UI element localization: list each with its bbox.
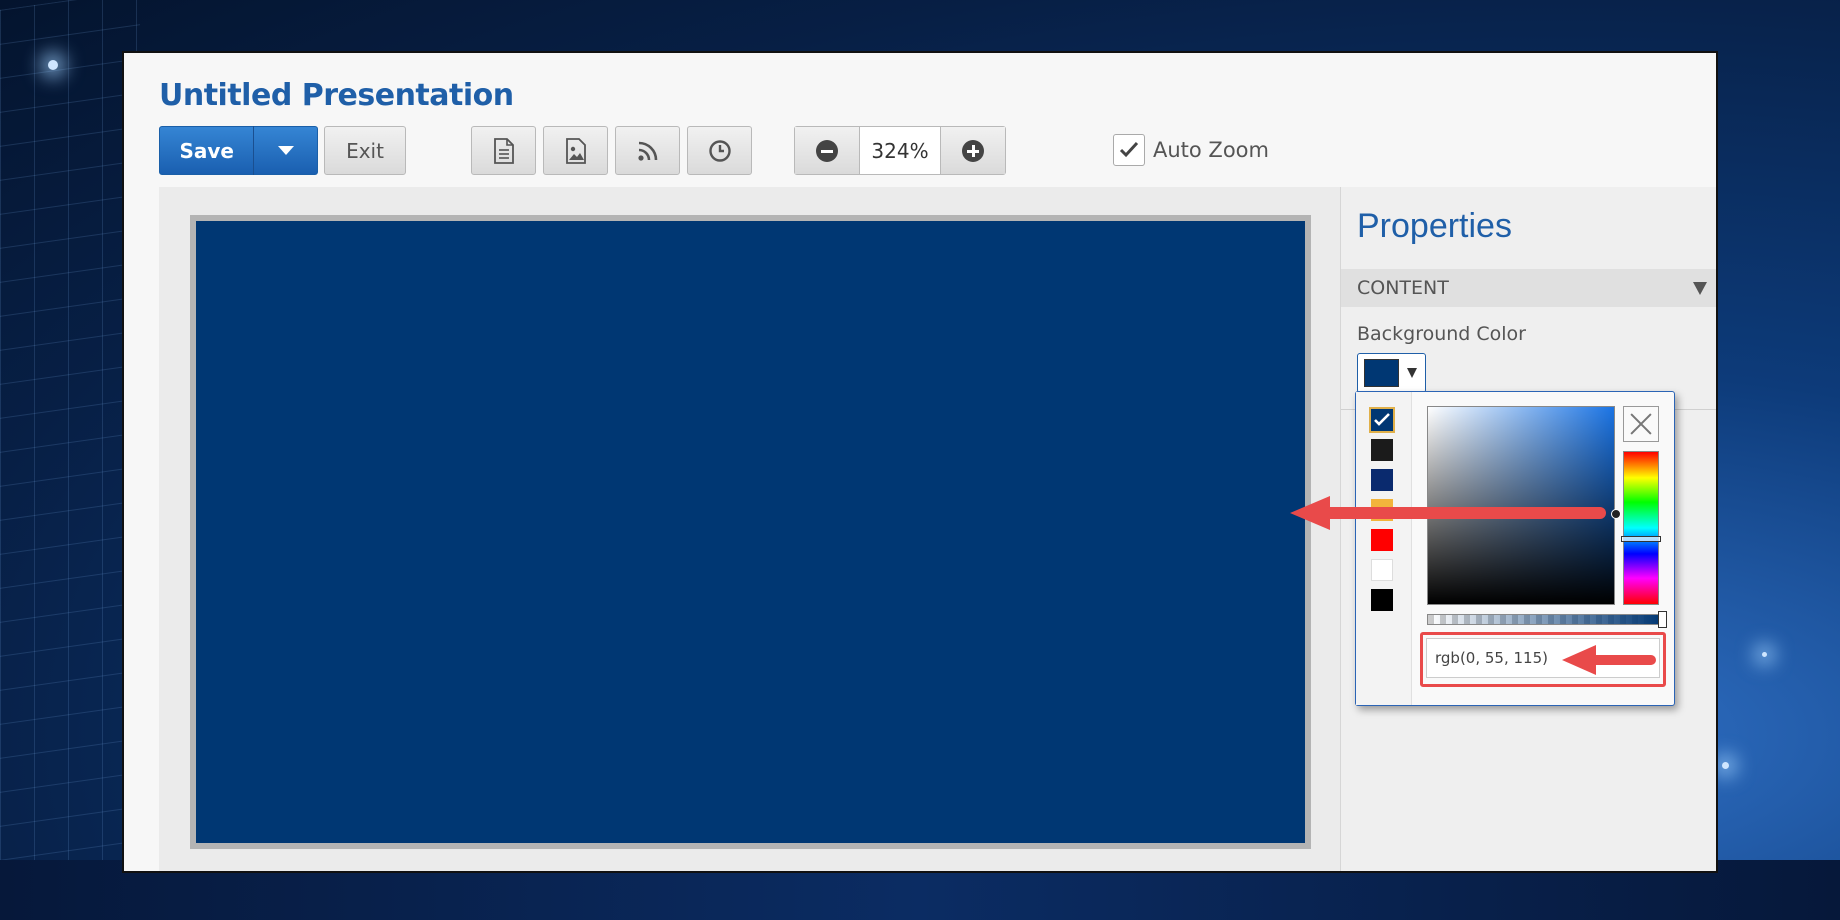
zoom-control: 324%	[794, 126, 1006, 175]
annotation-highlight-box	[1420, 632, 1666, 687]
palette-swatch[interactable]	[1371, 469, 1393, 491]
hue-slider[interactable]	[1623, 451, 1659, 605]
rss-icon	[637, 141, 657, 161]
dropdown-triangle-icon	[1407, 368, 1417, 378]
opacity-handle[interactable]	[1658, 611, 1667, 628]
auto-zoom-checkbox[interactable]	[1113, 134, 1145, 166]
collapse-triangle-icon	[1693, 281, 1707, 295]
exit-button[interactable]: Exit	[324, 126, 406, 175]
saturation-value-field[interactable]	[1427, 406, 1615, 605]
auto-zoom-label: Auto Zoom	[1153, 138, 1269, 162]
clock-icon	[708, 139, 731, 162]
close-icon[interactable]	[1623, 406, 1659, 442]
background-color-label: Background Color	[1357, 323, 1526, 345]
page-title: Untitled Presentation	[159, 78, 514, 113]
editor-area	[159, 187, 1340, 871]
opacity-slider[interactable]	[1427, 614, 1663, 625]
background-color-dropdown[interactable]	[1357, 353, 1426, 393]
palette-swatch[interactable]	[1369, 407, 1395, 433]
document-button[interactable]	[471, 126, 536, 175]
image-button[interactable]	[543, 126, 608, 175]
zoom-out-button[interactable]	[795, 127, 860, 174]
rss-button[interactable]	[615, 126, 680, 175]
current-color-swatch	[1364, 359, 1399, 387]
slide-canvas[interactable]	[196, 221, 1305, 843]
content-section-label: CONTENT	[1357, 277, 1449, 299]
minus-icon	[816, 139, 838, 162]
image-icon	[565, 137, 586, 164]
zoom-level[interactable]: 324%	[860, 127, 940, 174]
palette-swatch[interactable]	[1371, 589, 1393, 611]
plus-icon	[962, 139, 984, 162]
canvas-frame	[190, 215, 1311, 849]
content-section-header[interactable]: CONTENT	[1341, 269, 1716, 307]
checkmark-icon	[1119, 141, 1139, 158]
chevron-down-icon	[277, 146, 294, 155]
document-icon	[493, 137, 514, 164]
checkmark-icon	[1374, 413, 1390, 426]
saturation-handle[interactable]	[1611, 509, 1621, 519]
palette-swatch[interactable]	[1371, 529, 1393, 551]
zoom-in-button[interactable]	[940, 127, 1005, 174]
toolbar: Save Exit 324% Auto Zoom	[159, 126, 1659, 176]
auto-zoom-toggle[interactable]: Auto Zoom	[1113, 134, 1269, 166]
palette-swatch[interactable]	[1371, 559, 1393, 581]
save-dropdown-toggle[interactable]	[254, 146, 317, 155]
color-palette	[1356, 392, 1412, 705]
properties-title: Properties	[1357, 207, 1512, 245]
palette-swatch[interactable]	[1371, 499, 1393, 521]
palette-swatch[interactable]	[1371, 439, 1393, 461]
save-button-label: Save	[179, 138, 234, 163]
schedule-button[interactable]	[687, 126, 752, 175]
hue-handle[interactable]	[1621, 536, 1661, 542]
save-button[interactable]: Save	[159, 126, 318, 175]
